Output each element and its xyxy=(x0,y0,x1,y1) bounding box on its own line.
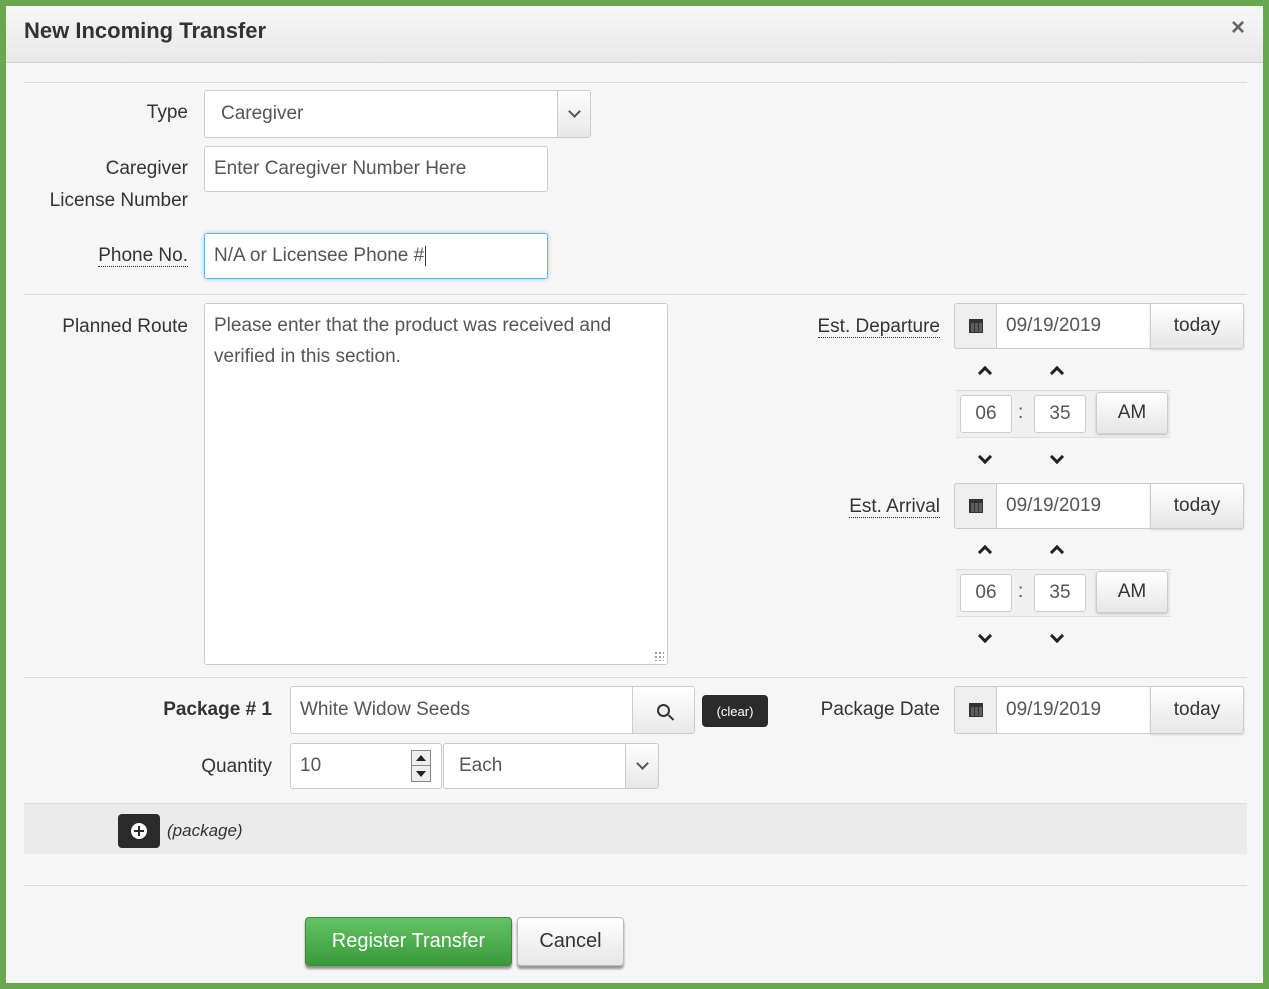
add-package-button[interactable] xyxy=(118,814,160,848)
hour-down-icon[interactable] xyxy=(977,628,993,644)
quantity-label: Quantity xyxy=(201,756,272,777)
hour-up-icon[interactable] xyxy=(977,365,993,381)
quantity-value: 10 xyxy=(300,755,322,776)
minute-up-icon[interactable] xyxy=(1049,365,1065,381)
time-separator: : xyxy=(1018,402,1024,423)
chevron-down-icon xyxy=(625,744,658,788)
departure-hour-input[interactable]: 06 xyxy=(960,395,1012,433)
package-label: Package # 1 xyxy=(163,699,272,720)
time-separator: : xyxy=(1018,581,1024,602)
route-label: Planned Route xyxy=(62,316,188,337)
license-label-line2: License Number xyxy=(49,190,188,211)
departure-minute-input[interactable]: 35 xyxy=(1034,395,1086,433)
divider xyxy=(24,294,1247,295)
divider xyxy=(24,82,1247,83)
hour-down-icon[interactable] xyxy=(977,449,993,465)
package-date-label: Package Date xyxy=(820,699,940,720)
calendar-icon[interactable] xyxy=(954,303,997,349)
calendar-icon[interactable] xyxy=(954,483,997,529)
phone-label: Phone No. xyxy=(6,245,188,267)
search-button[interactable] xyxy=(632,686,695,734)
register-transfer-button[interactable]: Register Transfer xyxy=(305,917,512,966)
departure-date-value: 09/19/2019 xyxy=(1006,315,1102,336)
close-icon[interactable]: × xyxy=(1231,14,1245,42)
license-label-line1: Caregiver xyxy=(105,158,188,179)
type-select[interactable]: Caregiver xyxy=(204,90,591,138)
minute-down-icon[interactable] xyxy=(1049,628,1065,644)
plus-icon xyxy=(131,823,147,839)
caregiver-license-input[interactable]: Enter Caregiver Number Here xyxy=(204,146,548,192)
quantity-stepper[interactable]: 10 xyxy=(290,743,442,789)
departure-today-button[interactable]: today xyxy=(1150,303,1244,349)
arrival-date-value: 09/19/2019 xyxy=(1006,495,1102,516)
chevron-down-icon xyxy=(557,91,590,137)
departure-label: Est. Departure xyxy=(706,316,940,338)
arrival-today-button[interactable]: today xyxy=(1150,483,1244,529)
type-label: Type xyxy=(146,102,188,123)
cancel-button[interactable]: Cancel xyxy=(517,917,624,966)
planned-route-textarea[interactable]: Please enter that the product was receiv… xyxy=(204,303,668,665)
phone-label-text: Phone No. xyxy=(98,245,188,267)
type-select-value: Caregiver xyxy=(221,103,304,124)
arrival-hour-input[interactable]: 06 xyxy=(960,574,1012,612)
calendar-icon[interactable] xyxy=(954,686,997,734)
package-date-value: 09/19/2019 xyxy=(1006,699,1102,720)
add-package-label: (package) xyxy=(167,821,243,840)
divider xyxy=(24,677,1247,678)
dialog-frame: New Incoming Transfer × Type Caregiver C… xyxy=(0,0,1269,989)
arrival-label: Est. Arrival xyxy=(706,496,940,518)
unit-select-value: Each xyxy=(459,755,503,776)
arrival-ampm-button[interactable]: AM xyxy=(1096,571,1168,613)
spinner-icon[interactable] xyxy=(411,750,431,782)
arrival-date-input[interactable]: 09/19/2019 xyxy=(996,483,1151,529)
departure-ampm-button[interactable]: AM xyxy=(1096,392,1168,434)
departure-label-text: Est. Departure xyxy=(817,316,940,338)
package-date-input[interactable]: 09/19/2019 xyxy=(996,686,1151,734)
dialog-titlebar: New Incoming Transfer × xyxy=(6,6,1263,63)
package-search-input[interactable]: White Widow Seeds xyxy=(290,686,634,734)
clear-button[interactable]: (clear) xyxy=(702,695,768,727)
phone-value: N/A or Licensee Phone # xyxy=(214,245,425,266)
arrival-minute-input[interactable]: 35 xyxy=(1034,574,1086,612)
text-cursor xyxy=(425,246,427,266)
arrival-label-text: Est. Arrival xyxy=(849,496,940,518)
hour-up-icon[interactable] xyxy=(977,544,993,560)
unit-select[interactable]: Each xyxy=(443,743,659,789)
resize-handle-icon[interactable] xyxy=(654,651,664,661)
departure-date-input[interactable]: 09/19/2019 xyxy=(996,303,1151,349)
dialog-title: New Incoming Transfer xyxy=(24,18,267,43)
divider xyxy=(24,885,1247,886)
package-search-value: White Widow Seeds xyxy=(300,699,471,720)
minute-down-icon[interactable] xyxy=(1049,449,1065,465)
planned-route-value: Please enter that the product was receiv… xyxy=(214,315,612,367)
phone-input[interactable]: N/A or Licensee Phone # xyxy=(204,233,548,279)
caregiver-license-value: Enter Caregiver Number Here xyxy=(214,158,467,179)
minute-up-icon[interactable] xyxy=(1049,544,1065,560)
search-icon xyxy=(657,703,670,717)
package-today-button[interactable]: today xyxy=(1150,686,1244,734)
